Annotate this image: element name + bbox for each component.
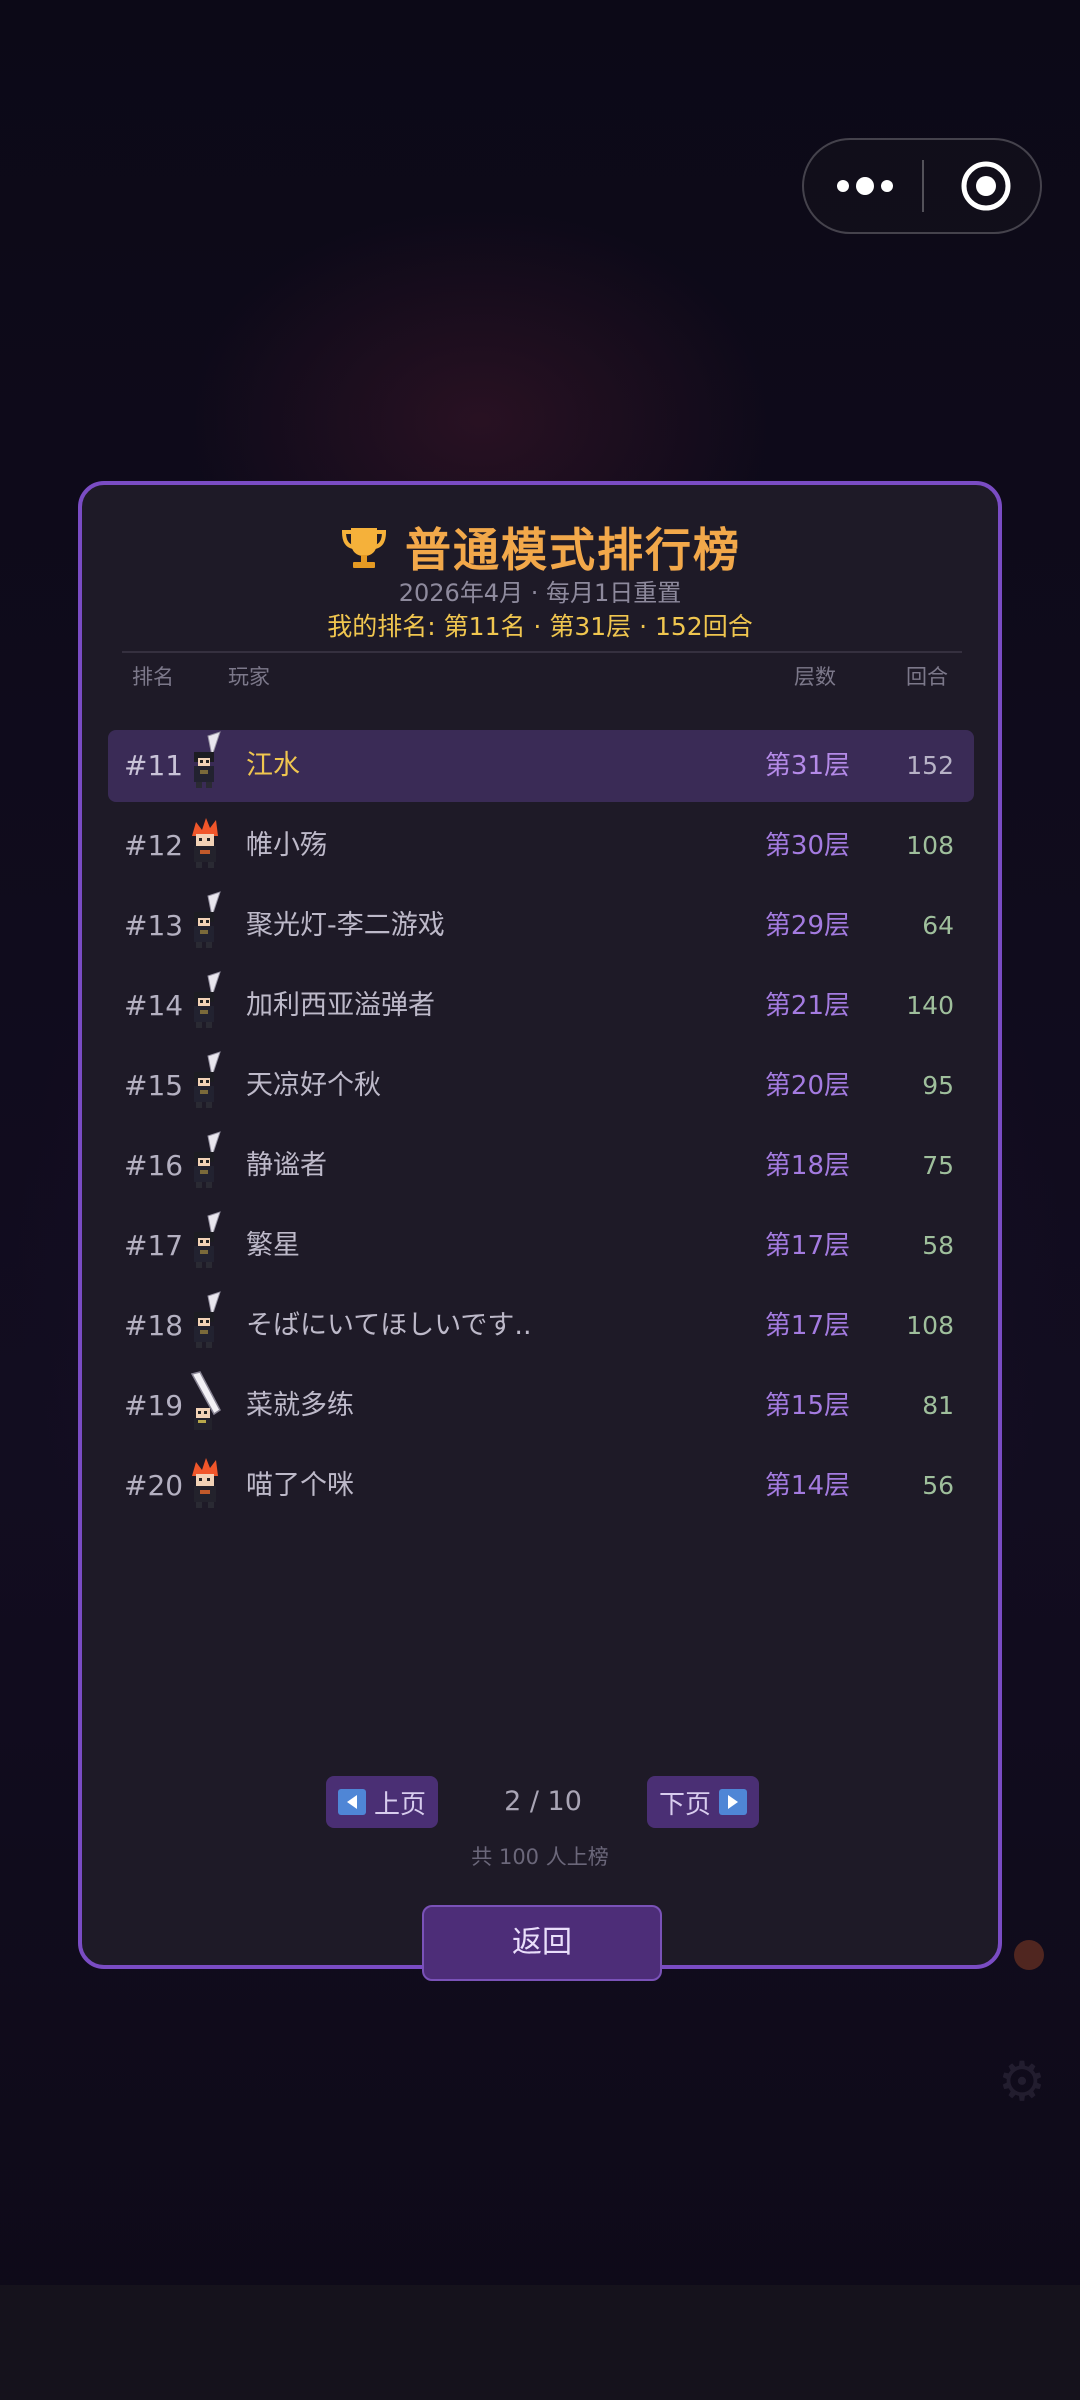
leaderboard-row[interactable]: #12 帷小殇 第30层 108 xyxy=(108,810,974,890)
more-dots-icon[interactable] xyxy=(834,140,896,232)
next-page-button[interactable]: 下页 xyxy=(647,1776,759,1828)
row-floor: 第18层 xyxy=(764,1151,850,1181)
row-turns: 140 xyxy=(906,991,954,1020)
next-page-label: 下页 xyxy=(659,1789,712,1820)
row-rank: #17 xyxy=(124,1229,184,1262)
row-turns: 81 xyxy=(922,1391,954,1420)
capsule-divider xyxy=(922,160,924,212)
row-floor: 第17层 xyxy=(764,1311,850,1341)
column-turns: 回合 xyxy=(906,665,948,689)
prev-arrow-icon xyxy=(338,1789,366,1815)
miniprogram-capsule xyxy=(802,138,1042,234)
row-rank: #19 xyxy=(124,1389,184,1422)
next-arrow-icon xyxy=(719,1789,747,1815)
row-player-name: 静谧者 xyxy=(246,1150,327,1181)
bottom-bar xyxy=(0,2285,1080,2400)
leaderboard-panel: 普通模式排行榜 2026年4月 · 每月1日重置 我的排名: 第11名 · 第3… xyxy=(78,481,1002,1981)
leaderboard-row-self[interactable]: #11 江水 第31层 152 xyxy=(108,730,974,802)
knight-avatar-icon xyxy=(186,1210,234,1282)
knight-avatar-icon xyxy=(186,1050,234,1122)
row-floor: 第31层 xyxy=(764,751,850,781)
leaderboard-list: #11 江水 第31层 152 #12 帷小殇 第30层 108 #13 聚光灯-李二游戏 第29层… xyxy=(108,730,974,1530)
row-player-name: 天凉好个秋 xyxy=(246,1070,381,1101)
leaderboard-row[interactable]: #19 菜就多练 第15层 81 xyxy=(108,1370,974,1450)
row-rank: #18 xyxy=(124,1309,184,1342)
row-player-name: 加利西亚溢弹者 xyxy=(246,990,435,1021)
row-rank: #14 xyxy=(124,989,184,1022)
row-turns: 152 xyxy=(906,751,954,780)
background-orb xyxy=(1014,1940,1044,1970)
row-turns: 58 xyxy=(922,1231,954,1260)
row-rank: #15 xyxy=(124,1069,184,1102)
knight-avatar-icon xyxy=(186,890,234,962)
row-rank: #11 xyxy=(124,749,184,782)
leaderboard-subtitle: 2026年4月 · 每月1日重置 xyxy=(398,579,682,607)
row-rank: #13 xyxy=(124,909,184,942)
greatsword-avatar-icon xyxy=(186,1370,234,1442)
fire-hair-avatar-icon xyxy=(186,1450,234,1522)
column-player: 玩家 xyxy=(228,665,270,689)
total-count: 共 100 人上榜 xyxy=(471,1845,609,1869)
row-player-name: 聚光灯-李二游戏 xyxy=(246,910,445,941)
row-player-name: 喵了个咪 xyxy=(246,1470,354,1501)
pager: 上页 2 / 10 下页 xyxy=(82,1776,998,1828)
row-floor: 第15层 xyxy=(764,1391,850,1421)
row-floor: 第17层 xyxy=(764,1231,850,1261)
prev-page-label: 上页 xyxy=(374,1789,427,1820)
knight-avatar-icon xyxy=(186,1290,234,1362)
back-button[interactable]: 返回 xyxy=(422,1905,662,1981)
leaderboard-row[interactable]: #15 天凉好个秋 第20层 95 xyxy=(108,1050,974,1130)
row-floor: 第21层 xyxy=(764,991,850,1021)
row-turns: 64 xyxy=(922,911,954,940)
leaderboard-title: 普通模式排行榜 xyxy=(405,523,741,577)
target-circle-icon[interactable] xyxy=(960,160,1012,212)
leaderboard-row[interactable]: #16 静谧者 第18层 75 xyxy=(108,1130,974,1210)
row-rank: #16 xyxy=(124,1149,184,1182)
row-player-name: 繁星 xyxy=(246,1230,300,1261)
row-turns: 75 xyxy=(922,1151,954,1180)
row-floor: 第29层 xyxy=(764,911,850,941)
game-screen: ⚙ 普通模式排行榜 2026年4月 · 每月1日重置 我的排名: 第11名 · … xyxy=(0,0,1080,2400)
row-floor: 第30层 xyxy=(764,831,850,861)
page-indicator: 2 / 10 xyxy=(504,1786,582,1817)
row-player-name: 江水 xyxy=(246,750,300,781)
background-gear-icon: ⚙ xyxy=(997,2050,1047,2113)
row-turns: 108 xyxy=(906,1311,954,1340)
row-turns: 108 xyxy=(906,831,954,860)
knight-avatar-icon xyxy=(186,970,234,1042)
fire-hair-avatar-icon xyxy=(186,810,234,882)
row-floor: 第14层 xyxy=(764,1471,850,1501)
header-divider xyxy=(122,651,962,653)
column-rank: 排名 xyxy=(132,665,174,689)
leaderboard-row[interactable]: #14 加利西亚溢弹者 第21层 140 xyxy=(108,970,974,1050)
row-turns: 56 xyxy=(922,1471,954,1500)
column-floor: 层数 xyxy=(794,665,836,689)
leaderboard-row[interactable]: #20 喵了个咪 第14层 56 xyxy=(108,1450,974,1530)
row-turns: 95 xyxy=(922,1071,954,1100)
title-row: 普通模式排行榜 xyxy=(82,515,998,579)
row-player-name: 帷小殇 xyxy=(246,830,327,861)
leaderboard-row[interactable]: #18 そばにいてほしいです.. 第17层 108 xyxy=(108,1290,974,1370)
row-player-name: 菜就多练 xyxy=(246,1390,354,1421)
trophy-icon xyxy=(341,528,387,568)
knight-avatar-icon xyxy=(186,1130,234,1202)
row-rank: #12 xyxy=(124,829,184,862)
leaderboard-row[interactable]: #13 聚光灯-李二游戏 第29层 64 xyxy=(108,890,974,970)
row-player-name: そばにいてほしいです.. xyxy=(246,1310,532,1341)
leaderboard-row[interactable]: #17 繁星 第17层 58 xyxy=(108,1210,974,1290)
row-rank: #20 xyxy=(124,1469,184,1502)
my-rank-summary: 我的排名: 第11名 · 第31层 · 152回合 xyxy=(327,612,753,641)
row-floor: 第20层 xyxy=(764,1071,850,1101)
prev-page-button[interactable]: 上页 xyxy=(326,1776,438,1828)
knight-avatar-icon xyxy=(186,730,234,802)
